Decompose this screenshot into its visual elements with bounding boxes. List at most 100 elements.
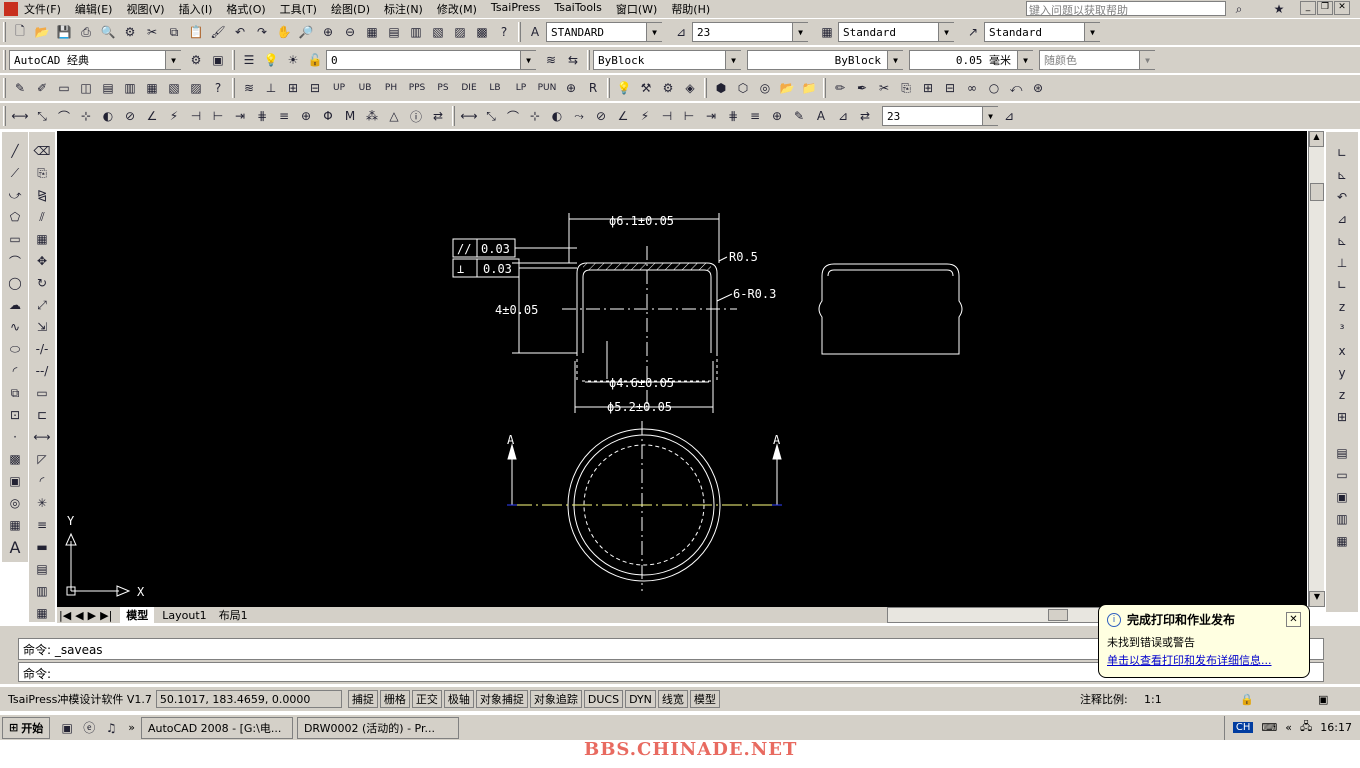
join-icon[interactable]: ⟷ — [31, 426, 53, 448]
menu-item-7[interactable]: 标注(N) — [384, 1, 423, 17]
dim2-text-icon[interactable]: A — [810, 105, 832, 127]
point-icon[interactable]: · — [4, 426, 26, 448]
save-icon[interactable]: 💾 — [53, 21, 75, 43]
dim-diameter-icon[interactable]: ⊘ — [119, 105, 141, 127]
annotation-scale-value[interactable]: 1:1 — [1144, 693, 1162, 706]
layer-manager-icon[interactable]: ☰ — [238, 49, 260, 71]
properties-icon[interactable]: ▦ — [361, 21, 383, 43]
balloon-close-button[interactable]: ✕ — [1286, 612, 1301, 627]
network-icon[interactable]: 🖧 — [1300, 718, 1312, 737]
dim2-space-icon[interactable]: ⇥ — [700, 105, 722, 127]
vertical-scrollbar[interactable]: ▲ ▼ — [1308, 131, 1325, 607]
tool-a-icon[interactable]: ✎ — [9, 77, 31, 99]
table-icon[interactable]: ▦ — [4, 514, 26, 536]
workspace-save-icon[interactable]: ▣ — [207, 49, 229, 71]
ucs-y-icon[interactable]: y — [1331, 362, 1353, 384]
menu-item-10[interactable]: TsaiTools — [554, 1, 602, 17]
mleader-style-select[interactable]: Standard ▼ — [984, 22, 1100, 42]
tool-ag-icon[interactable]: ⤺ — [1005, 77, 1027, 99]
tool-r-icon[interactable]: ⚙ — [657, 77, 679, 99]
redo-icon[interactable]: ↷ — [251, 21, 273, 43]
status-toggle-3[interactable]: 极轴 — [443, 690, 474, 708]
make-current-icon[interactable]: ≋ — [540, 49, 562, 71]
tool-p-icon[interactable]: R — [582, 77, 604, 99]
zoom-realtime-icon[interactable]: 🔎 — [295, 21, 317, 43]
tool-y-icon[interactable]: ✏ — [829, 77, 851, 99]
tool-d-icon[interactable]: ◫ — [75, 77, 97, 99]
ellipse-icon[interactable]: ⬭ — [4, 338, 26, 360]
tool-v5-icon[interactable]: ▦ — [31, 602, 53, 624]
text-style-select[interactable]: STANDARD ▼ — [546, 22, 662, 42]
explode-icon[interactable]: ✳ — [31, 492, 53, 514]
mleader-style-icon[interactable]: ↗ — [962, 21, 984, 43]
dim2-linear-icon[interactable]: ⟷ — [458, 105, 480, 127]
dim-space-icon[interactable]: ⇥ — [229, 105, 251, 127]
gradient-icon[interactable]: ▣ — [4, 470, 26, 492]
tool-v-icon[interactable]: ◎ — [754, 77, 776, 99]
help-icon[interactable]: ? — [493, 21, 515, 43]
dim2-qd-icon[interactable]: ⚡ — [634, 105, 656, 127]
tool-aa-icon[interactable]: ✂ — [873, 77, 895, 99]
ucs-world-icon[interactable]: ⊾ — [1331, 164, 1353, 186]
dim-baseline-icon[interactable]: ⊣ — [185, 105, 207, 127]
scroll-thumb[interactable] — [1310, 183, 1324, 201]
fillet-icon[interactable]: ◜ — [31, 470, 53, 492]
preview-icon[interactable]: 🔍 — [97, 21, 119, 43]
status-toggle-5[interactable]: 对象追踪 — [529, 690, 582, 708]
calculator-icon[interactable]: ▩ — [471, 21, 493, 43]
design-center-icon[interactable]: ▤ — [383, 21, 405, 43]
tsai-label-7[interactable]: LP — [508, 77, 534, 99]
erase-icon[interactable]: ⌫ — [31, 140, 53, 162]
rotate-icon[interactable]: ↻ — [31, 272, 53, 294]
pan-icon[interactable]: ✋ — [273, 21, 295, 43]
layer-previous-icon[interactable]: ⇆ — [562, 49, 584, 71]
coordinate-display[interactable]: 50.1017, 183.4659, 0.0000 — [155, 690, 342, 708]
tsai-label-0[interactable]: UP — [326, 77, 352, 99]
menu-item-11[interactable]: 窗口(W) — [616, 1, 657, 17]
extend-icon[interactable]: --/ — [31, 360, 53, 382]
bulb-icon[interactable]: 💡 — [613, 77, 635, 99]
ucs-3pt-icon[interactable]: ³ — [1331, 318, 1353, 340]
status-toggle-1[interactable]: 栅格 — [379, 690, 410, 708]
dim2-cont-icon[interactable]: ⊢ — [678, 105, 700, 127]
tool-v3-icon[interactable]: ▤ — [31, 558, 53, 580]
tool-i-icon[interactable]: ▨ — [185, 77, 207, 99]
lock-status-icon[interactable]: 🔒 — [1240, 693, 1254, 706]
open-icon[interactable]: 📂 — [31, 21, 53, 43]
paste-icon[interactable]: 📋 — [185, 21, 207, 43]
view-a-icon[interactable]: ▤ — [1331, 442, 1353, 464]
menu-item-4[interactable]: 格式(O) — [226, 1, 265, 17]
tab-layout2[interactable]: 布局1 — [215, 607, 252, 623]
menu-item-8[interactable]: 修改(M) — [437, 1, 477, 17]
polygon-icon[interactable]: ⬠ — [4, 206, 26, 228]
line-icon[interactable]: ╱ — [4, 140, 26, 162]
dim-inspect-icon[interactable]: Φ — [317, 105, 339, 127]
menu-item-5[interactable]: 工具(T) — [280, 1, 317, 17]
tool-q-icon[interactable]: ⚒ — [635, 77, 657, 99]
ucs-object-icon[interactable]: ⊾ — [1331, 230, 1353, 252]
restore-button[interactable]: ❐ — [1317, 1, 1333, 15]
tool-v1-icon[interactable]: ≡ — [31, 514, 53, 536]
cut-icon[interactable]: ✂ — [141, 21, 163, 43]
trim-icon[interactable]: -/- — [31, 338, 53, 360]
tab-model[interactable]: 模型 — [120, 607, 155, 623]
ucs-icon[interactable]: ∟ — [1331, 142, 1353, 164]
dim-ordinate-icon[interactable]: ⊹ — [75, 105, 97, 127]
dim-style-manager-icon[interactable]: ⊿ — [998, 105, 1020, 127]
dim-circle-icon[interactable]: ⓘ — [405, 105, 427, 127]
menu-item-1[interactable]: 编辑(E) — [75, 1, 113, 17]
tool-v2-icon[interactable]: ▬ — [31, 536, 53, 558]
status-toggle-9[interactable]: 模型 — [689, 690, 720, 708]
tool-g-icon[interactable]: ▦ — [141, 77, 163, 99]
quick-dim-icon[interactable]: ⚡ — [163, 105, 185, 127]
dim-break-icon[interactable]: ⋕ — [251, 105, 273, 127]
dim2-angle-icon[interactable]: ∠ — [612, 105, 634, 127]
view-e-icon[interactable]: ▦ — [1331, 530, 1353, 552]
view-d-icon[interactable]: ▥ — [1331, 508, 1353, 530]
tool-m-icon[interactable]: ⊞ — [282, 77, 304, 99]
dim-style-select[interactable]: 23 ▼ — [692, 22, 808, 42]
table-style-icon[interactable]: ▦ — [816, 21, 838, 43]
arc-icon[interactable]: ⌒ — [4, 250, 26, 272]
dim-linear-icon[interactable]: ⟷ — [9, 105, 31, 127]
drawing-area[interactable]: ϕ6.1±0.05 // 0.03 ⊥ 0.03 R0.5 6-R0.3 4±0… — [57, 131, 1307, 607]
